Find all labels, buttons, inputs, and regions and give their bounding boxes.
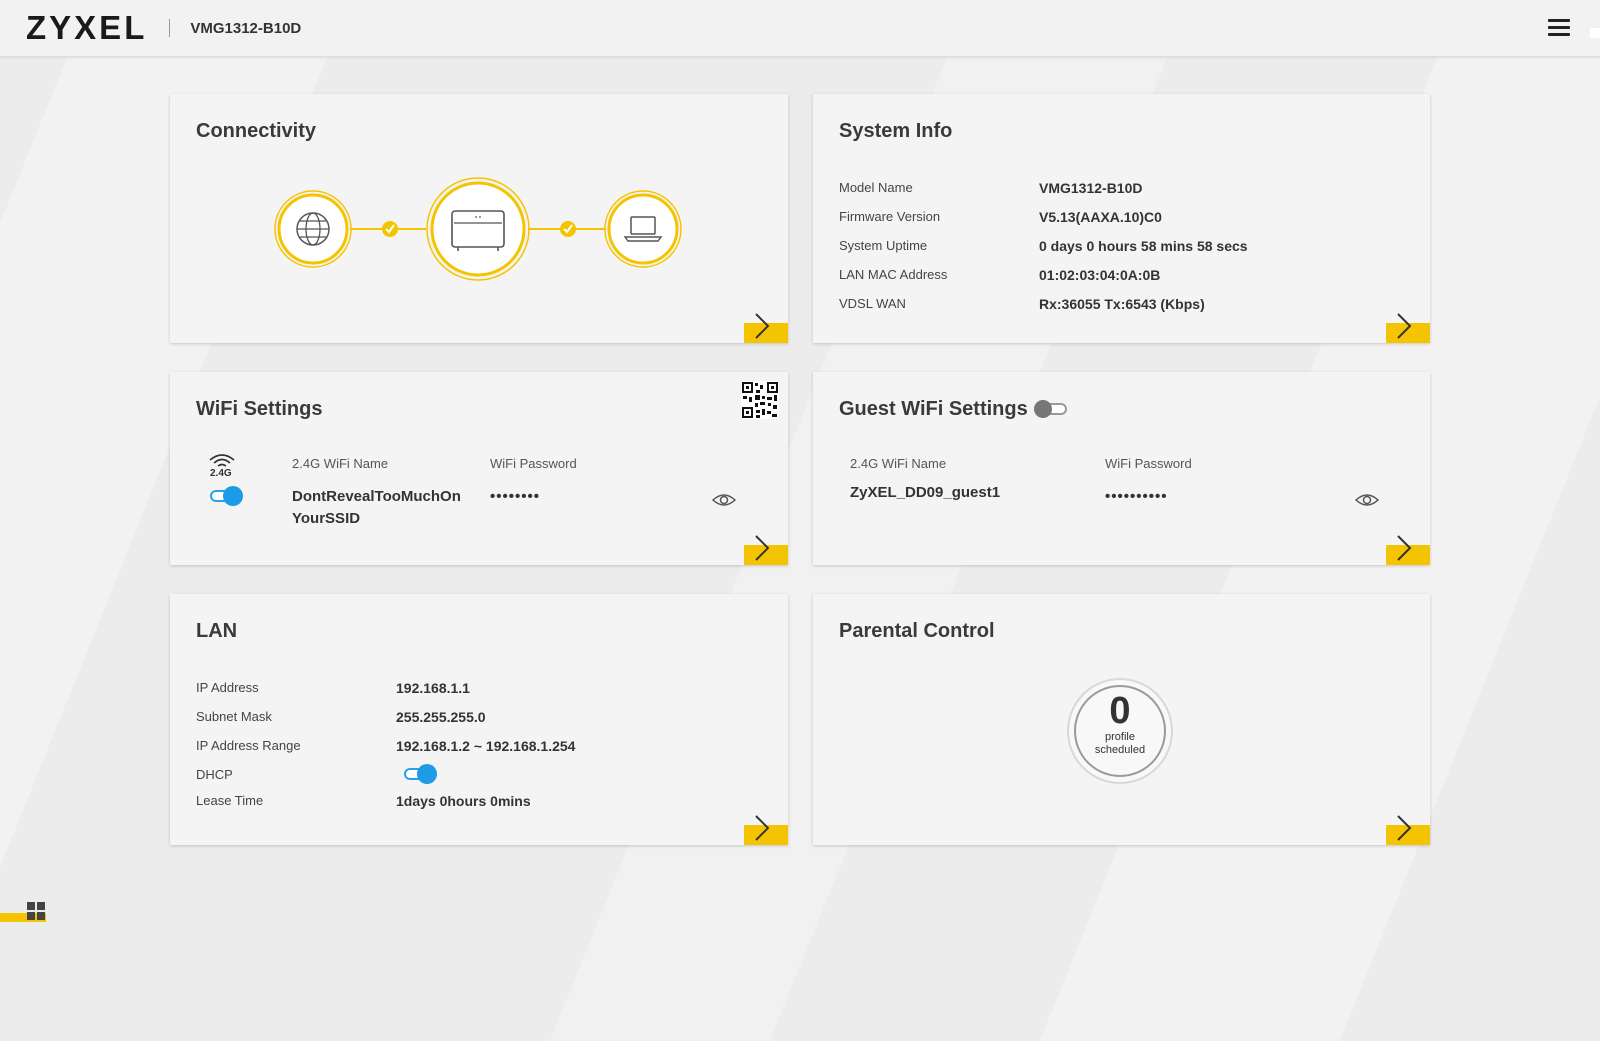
system-info-more-button[interactable] <box>1386 313 1430 343</box>
scheduled-profile-count: 0 <box>1109 690 1131 732</box>
wifi-enable-toggle[interactable] <box>210 486 243 506</box>
model-name-label: Model Name <box>839 180 913 195</box>
lan-mac-value: 01:02:03:04:0A:0B <box>1039 267 1161 283</box>
connectivity-diagram <box>274 177 682 281</box>
check-icon <box>560 221 576 237</box>
chevron-right-icon <box>755 535 770 561</box>
ip-range-value: 192.168.1.2 ~ 192.168.1.254 <box>396 738 576 754</box>
scheduled-profile-label-2: scheduled <box>1094 744 1146 756</box>
subnet-mask-value: 255.255.255.0 <box>396 709 486 725</box>
wifi-settings-more-button[interactable] <box>744 535 788 565</box>
chevron-right-icon <box>755 815 770 841</box>
system-uptime-label: System Uptime <box>839 238 928 253</box>
firmware-version-value: V5.13(AAXA.10)C0 <box>1039 209 1162 225</box>
top-bar: ZYXEL VMG1312-B10D <box>0 0 1600 57</box>
globe-icon <box>274 190 352 268</box>
device-model: VMG1312-B10D <box>190 19 302 37</box>
guest-wifi-title: Guest WiFi Settings <box>839 398 1028 420</box>
guest-wifi-password-value: •••••••••• <box>1105 488 1168 505</box>
ip-address-label: IP Address <box>196 680 259 695</box>
connectivity-more-button[interactable] <box>744 313 788 343</box>
laptop-icon <box>604 190 682 268</box>
parental-control-title: Parental Control <box>839 620 995 642</box>
show-password-icon[interactable] <box>1355 492 1379 508</box>
wifi-password-value: •••••••• <box>490 488 541 505</box>
guest-wifi-toggle[interactable] <box>1034 400 1067 418</box>
guest-wifi-card: Guest WiFi Settings 2.4G WiFi Name ZyXEL… <box>813 372 1430 565</box>
system-uptime-value: 0 days 0 hours 58 mins 58 secs <box>1039 238 1248 254</box>
connectivity-card: Connectivity <box>170 94 788 343</box>
check-icon <box>382 221 398 237</box>
chevron-right-icon <box>1397 535 1412 561</box>
lease-time-label: Lease Time <box>196 793 264 808</box>
ip-range-label: IP Address Range <box>196 738 301 753</box>
header-divider <box>169 19 171 37</box>
wifi-band-label: 2.4G <box>210 468 232 479</box>
wifi-name-value-line1: DontRevealTooMuchOn <box>292 488 461 505</box>
guest-wifi-name-label: 2.4G WiFi Name <box>850 456 947 471</box>
quick-apps-button[interactable] <box>0 902 47 922</box>
dhcp-label: DHCP <box>196 767 233 782</box>
wifi-password-label: WiFi Password <box>490 456 577 471</box>
lan-more-button[interactable] <box>744 815 788 845</box>
system-info-card: System Info Model Name VMG1312-B10D Firm… <box>813 94 1430 343</box>
system-info-title: System Info <box>839 120 953 142</box>
grid-icon <box>27 902 47 922</box>
chevron-right-icon <box>1397 313 1412 339</box>
guest-wifi-password-label: WiFi Password <box>1105 456 1192 471</box>
lan-title: LAN <box>196 620 238 642</box>
scheduled-profile-counter: 0 profile scheduled <box>1067 678 1173 784</box>
lan-card: LAN IP Address 192.168.1.1 Subnet Mask 2… <box>170 594 788 845</box>
parental-control-more-button[interactable] <box>1386 815 1430 845</box>
qr-code-icon[interactable] <box>741 381 779 419</box>
lan-mac-label: LAN MAC Address <box>839 267 948 282</box>
show-password-icon[interactable] <box>712 492 736 508</box>
guest-wifi-more-button[interactable] <box>1386 535 1430 565</box>
parental-control-card: Parental Control 0 profile scheduled <box>813 594 1430 845</box>
chevron-right-icon <box>755 313 770 339</box>
wifi-settings-card: WiFi Settings 2.4G 2.4G WiFi Name DontRe… <box>170 372 788 565</box>
menu-flag <box>1590 28 1600 38</box>
vdsl-wan-value: Rx:36055 Tx:6543 (Kbps) <box>1039 296 1205 312</box>
zyxel-logo: ZYXEL <box>26 9 148 46</box>
lease-time-value: 1days 0hours 0mins <box>396 793 531 809</box>
wifi-settings-title: WiFi Settings <box>196 398 323 420</box>
subnet-mask-label: Subnet Mask <box>196 709 272 724</box>
dhcp-toggle[interactable] <box>404 764 437 784</box>
model-name-value: VMG1312-B10D <box>1039 180 1143 196</box>
router-icon <box>426 177 530 281</box>
wifi-name-value-line2: YourSSID <box>292 510 361 527</box>
vdsl-wan-label: VDSL WAN <box>839 296 906 311</box>
ip-address-value: 192.168.1.1 <box>396 680 470 696</box>
wifi-name-label: 2.4G WiFi Name <box>292 456 389 471</box>
hamburger-menu-icon[interactable] <box>1548 19 1570 37</box>
scheduled-profile-label-1: profile <box>1105 731 1135 743</box>
guest-wifi-name-value: ZyXEL_DD09_guest1 <box>850 484 1001 501</box>
chevron-right-icon <box>1397 815 1412 841</box>
firmware-version-label: Firmware Version <box>839 209 941 224</box>
